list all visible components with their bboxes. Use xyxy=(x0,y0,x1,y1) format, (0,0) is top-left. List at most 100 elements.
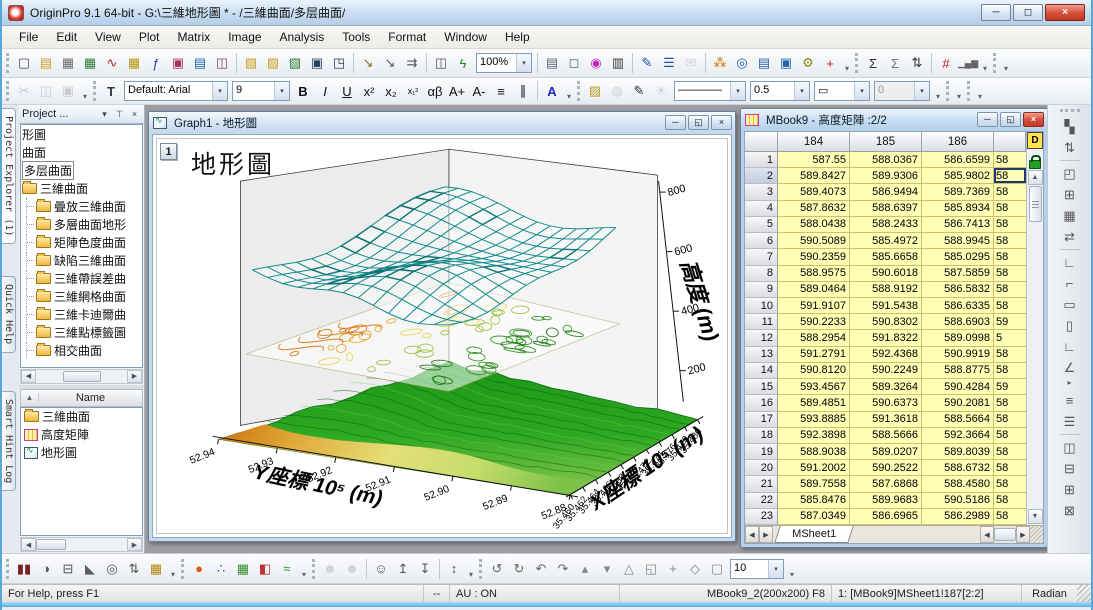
menu-format[interactable]: Format xyxy=(379,27,435,47)
matrix-cell[interactable]: 590.2359 xyxy=(778,249,850,265)
matrix-cell-partial[interactable]: 58 xyxy=(994,249,1026,265)
script-window-icon[interactable]: ▣ xyxy=(775,53,797,74)
row-header[interactable]: 18 xyxy=(745,428,778,444)
matrix-cell-partial[interactable]: 58 xyxy=(994,395,1026,411)
bold-icon[interactable]: B xyxy=(292,81,314,102)
increase-font-icon[interactable]: A+ xyxy=(446,81,468,102)
swap-layers-icon[interactable]: ⇄ xyxy=(1058,226,1082,247)
pie-chart-icon[interactable]: ◑ xyxy=(35,558,57,579)
matrix-cell[interactable]: 586.9494 xyxy=(850,184,922,200)
matrix-window[interactable]: MBook9 - 高度矩陣 :2/2 ─ ◱ × 1841851861587.5… xyxy=(740,108,1047,548)
matrix-cell[interactable]: 588.9945 xyxy=(922,233,994,249)
image-plot-icon[interactable]: ◧ xyxy=(254,558,276,579)
add-4-panel-layers-icon[interactable]: ⊞ xyxy=(1058,184,1082,205)
matrix-cell[interactable]: 588.6732 xyxy=(922,460,994,476)
matrix-cell-partial[interactable]: 58 xyxy=(994,509,1026,525)
border-style-combo[interactable]: ▭▾ xyxy=(814,81,870,101)
matrix-cell[interactable]: 585.4972 xyxy=(850,233,922,249)
resize-grip[interactable] xyxy=(1077,585,1091,602)
matrix-cell-partial[interactable]: 58 xyxy=(994,298,1026,314)
matrix-cell[interactable]: 588.4580 xyxy=(922,476,994,492)
stock-chart-icon[interactable]: ⇅ xyxy=(123,558,145,579)
matrix-cell[interactable]: 586.6335 xyxy=(922,298,994,314)
pin-icon[interactable]: ⊤ xyxy=(113,109,126,120)
matrix-cell-partial[interactable]: 58 xyxy=(994,363,1026,379)
line-style-combo[interactable]: ————▾ xyxy=(674,81,746,101)
matrix-cell[interactable]: 590.4284 xyxy=(922,379,994,395)
open-excel-icon[interactable]: ▧ xyxy=(284,53,306,74)
matrix-cell[interactable]: 592.3898 xyxy=(778,428,850,444)
matrix-cell[interactable]: 587.5859 xyxy=(922,266,994,282)
toolbar-grip[interactable] xyxy=(93,81,98,101)
matrix-cell-partial[interactable]: 5 xyxy=(994,330,1026,346)
row-header[interactable]: 16 xyxy=(745,395,778,411)
import-ascii-icon[interactable]: ↘ xyxy=(379,53,401,74)
align-left-icon[interactable]: ≡ xyxy=(490,81,512,102)
matrix-cell[interactable]: 586.7413 xyxy=(922,217,994,233)
zoom-combo[interactable]: 100%▾ xyxy=(476,53,532,73)
matrix-cell[interactable]: 588.0438 xyxy=(778,217,850,233)
change-mask-color-icon[interactable]: ↥ xyxy=(392,558,414,579)
matrix-cell[interactable]: 588.2433 xyxy=(850,217,922,233)
name-list-hscrollbar[interactable]: ◀ ▶ xyxy=(20,537,143,552)
image-profiles-icon[interactable]: ≈ xyxy=(276,558,298,579)
hide-mask-points-icon[interactable]: ↧ xyxy=(414,558,436,579)
scroll-thumb[interactable] xyxy=(36,539,66,550)
3d-terrain-plot[interactable]: 52.9452.9352.9252.9152.9052.8952.88Y座標 1… xyxy=(153,135,731,537)
matrix-cell-partial[interactable]: 58 xyxy=(994,412,1026,428)
toolbar-grip[interactable] xyxy=(993,53,998,73)
menu-edit[interactable]: Edit xyxy=(47,27,86,47)
matrix-cell[interactable]: 589.3264 xyxy=(850,379,922,395)
toolbar-grip[interactable] xyxy=(946,81,951,101)
import-multiple-ascii-icon[interactable]: ⇉ xyxy=(401,53,423,74)
toolbar-options-chevron[interactable]: ▾ xyxy=(974,81,986,101)
minimize-button[interactable]: ─ xyxy=(981,4,1011,21)
matrix-cell-partial[interactable]: 58 xyxy=(994,201,1026,217)
axes-frame-top-icon[interactable]: ⌐ xyxy=(1058,273,1082,294)
matrix-cell[interactable]: 586.5832 xyxy=(922,282,994,298)
toolbar-options-chevron[interactable]: ▾ xyxy=(979,53,991,73)
toolbar-grip[interactable] xyxy=(967,81,972,101)
mask-points-icon[interactable]: ☺ xyxy=(370,558,392,579)
matrix-cell[interactable]: 589.4073 xyxy=(778,184,850,200)
decrease-font-icon[interactable]: A- xyxy=(468,81,490,102)
toolbar-handle[interactable]: ▸ xyxy=(1058,378,1082,390)
rotate-counterclockwise-icon[interactable]: ↺ xyxy=(486,558,508,579)
matrix-cell[interactable]: 588.5664 xyxy=(922,412,994,428)
close-button[interactable]: × xyxy=(1045,4,1085,21)
dock-tab-project-explorer-1-[interactable]: Project Explorer (1) xyxy=(2,108,16,244)
video-builder-icon[interactable]: ▥ xyxy=(607,53,629,74)
tree-item[interactable]: 三維帶誤差曲 xyxy=(21,269,142,287)
row-header[interactable]: 9 xyxy=(745,282,778,298)
name-item[interactable]: 三維曲面 xyxy=(21,408,142,426)
print-icon[interactable]: ▤ xyxy=(541,53,563,74)
column-header[interactable]: 184 xyxy=(778,132,850,152)
matrix-cell[interactable]: 588.8775 xyxy=(922,363,994,379)
toolbar-grip[interactable] xyxy=(6,559,11,579)
menu-matrix[interactable]: Matrix xyxy=(169,27,220,47)
plot-title[interactable]: 地形圖 xyxy=(191,145,275,181)
layer-contents-icon[interactable]: ◫ xyxy=(1058,437,1082,458)
extract-graphs-icon[interactable]: ⊠ xyxy=(1058,500,1082,521)
matrix-cell-partial[interactable]: 58 xyxy=(994,184,1026,200)
add-9-panel-layers-icon[interactable]: ▦ xyxy=(1058,205,1082,226)
matrix-cell[interactable]: 589.9683 xyxy=(850,493,922,509)
toolbar-grip[interactable] xyxy=(181,559,186,579)
batch-processing-icon[interactable]: ϟ xyxy=(452,53,474,74)
swap-mask-icon[interactable]: ↕ xyxy=(443,558,465,579)
row-header[interactable]: 17 xyxy=(745,412,778,428)
statistics-on-column-icon[interactable]: ▁▄▆ xyxy=(957,53,979,74)
font-tool-icon[interactable]: T xyxy=(100,81,122,102)
toolbar-options-chevron[interactable]: ▾ xyxy=(465,559,477,579)
expand-graph-icon[interactable]: + xyxy=(662,558,684,579)
dataset-button[interactable]: D xyxy=(1027,132,1043,149)
sum-on-column-icon[interactable]: Σ xyxy=(862,53,884,74)
matrix-cell-partial[interactable]: 58 xyxy=(994,444,1026,460)
axes-frame-open-icon[interactable]: ▯ xyxy=(1058,315,1082,336)
matrix-cell[interactable]: 586.6599 xyxy=(922,152,994,168)
name-column-header[interactable]: ▲ Name xyxy=(20,389,143,407)
matrix-cell[interactable]: 585.0295 xyxy=(922,249,994,265)
matrix-cell-partial[interactable]: 58 xyxy=(994,266,1026,282)
matrix-cell-partial[interactable]: 59 xyxy=(994,379,1026,395)
line-border-color-icon[interactable]: ✎ xyxy=(628,81,650,102)
